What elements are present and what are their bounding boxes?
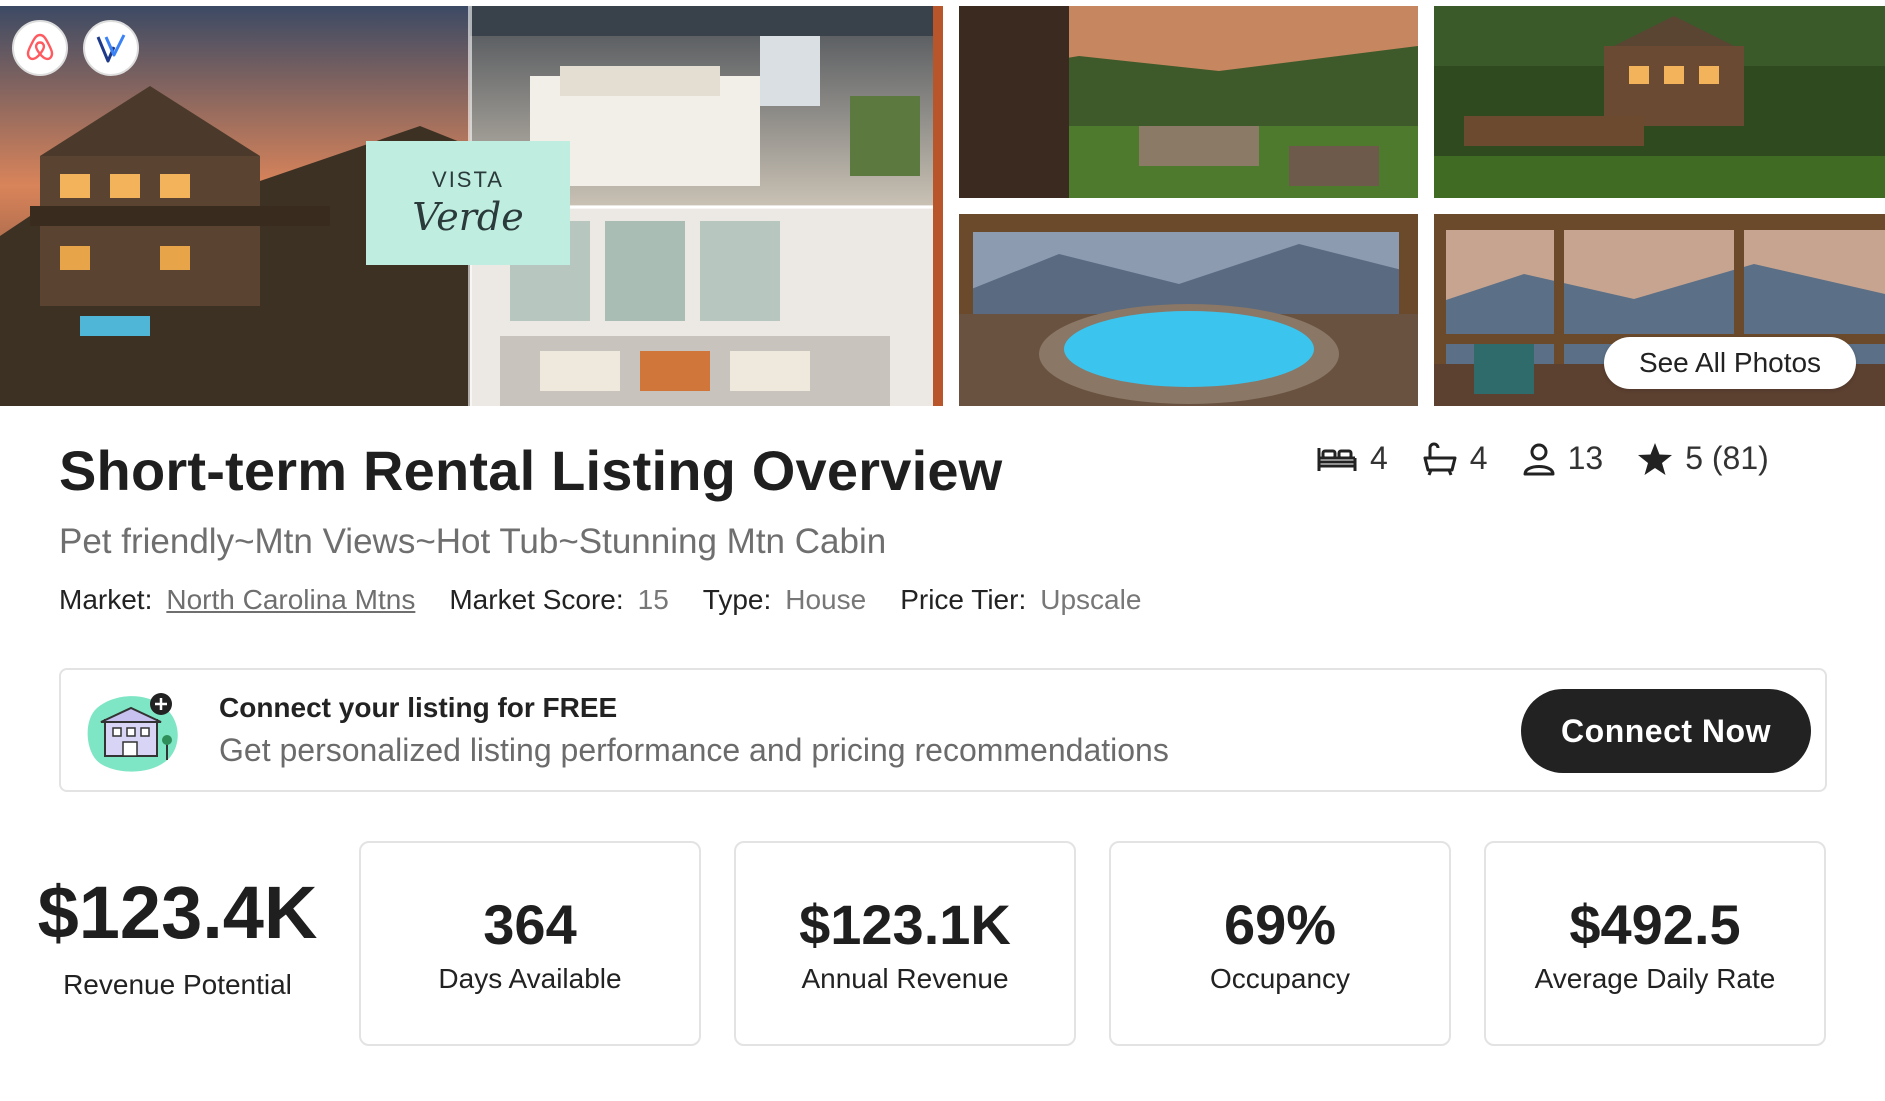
- type-value: House: [785, 584, 867, 615]
- brand-wordmark-top: VISTA: [432, 167, 504, 192]
- market-link[interactable]: North Carolina Mtns: [166, 584, 415, 616]
- metric-card-annual-revenue: $123.1K Annual Revenue: [734, 841, 1076, 1046]
- price-tier-label: Price Tier:: [900, 584, 1027, 615]
- vista-verde-brand-card: VISTA Verde: [366, 141, 570, 265]
- type-label: Type:: [702, 584, 772, 615]
- metric-card-occupancy: 69% Occupancy: [1109, 841, 1451, 1046]
- see-all-photos-button[interactable]: See All Photos: [1604, 337, 1856, 389]
- metric-value: $492.5: [1569, 893, 1741, 956]
- house-plus-icon: [83, 690, 187, 776]
- thumbnail-photo-hot-tub[interactable]: [959, 214, 1418, 406]
- brand-wordmark-script: Verde: [412, 195, 524, 239]
- connect-now-button[interactable]: Connect Now: [1521, 689, 1811, 773]
- connect-listing-banner: Connect your listing for FREE Get person…: [59, 668, 1827, 792]
- airbnb-logo-icon[interactable]: [12, 20, 68, 76]
- listing-meta-row: Market: North Carolina Mtns Market Score…: [59, 584, 1175, 616]
- metric-label: Average Daily Rate: [1534, 963, 1776, 994]
- market-score-value: 15: [637, 584, 669, 615]
- metric-label: Occupancy: [1209, 963, 1351, 994]
- star-icon: [1638, 442, 1673, 475]
- metric-card-average-daily-rate: $492.5 Average Daily Rate: [1484, 841, 1826, 1046]
- person-icon: [1523, 443, 1555, 475]
- revenue-potential: $123.4K Revenue Potential: [30, 870, 325, 1001]
- thumbnail-photo-backyard[interactable]: [959, 6, 1418, 198]
- guests-count: 13: [1567, 440, 1604, 476]
- guests-stat: 13: [1522, 440, 1604, 477]
- metric-label: Annual Revenue: [801, 963, 1009, 994]
- bathrooms-count: 4: [1469, 440, 1488, 476]
- photo-gallery: VISTA Verde See All Photos: [0, 0, 1885, 406]
- metric-value: 364: [483, 893, 577, 956]
- rating-stat: 5 (81): [1637, 440, 1769, 477]
- metric-value: $123.1K: [799, 893, 1011, 956]
- metric-label: Days Available: [438, 963, 622, 994]
- page-title: Short-term Rental Listing Overview: [59, 439, 1003, 502]
- bedrooms-stat: 4: [1316, 440, 1388, 477]
- metric-value: 69%: [1223, 893, 1337, 956]
- bathtub-icon: [1423, 442, 1457, 476]
- bathrooms-stat: 4: [1422, 440, 1488, 477]
- revenue-potential-value: $123.4K: [37, 871, 318, 954]
- market-label: Market:: [59, 584, 153, 615]
- rating-value: 5 (81): [1685, 440, 1769, 476]
- connect-description: Get personalized listing performance and…: [219, 732, 1169, 768]
- thumbnail-photo-cabin-aerial[interactable]: [1434, 6, 1885, 198]
- listing-stats: 4 4 13 5 (81): [1316, 440, 1769, 477]
- revenue-potential-label: Revenue Potential: [63, 969, 292, 1000]
- listing-subtitle: Pet friendly~Mtn Views~Hot Tub~Stunning …: [59, 522, 887, 561]
- price-tier-value: Upscale: [1040, 584, 1142, 615]
- bedrooms-count: 4: [1370, 440, 1388, 476]
- metric-card-days-available: 364 Days Available: [359, 841, 701, 1046]
- bed-icon: [1317, 447, 1357, 471]
- connect-title: Connect your listing for FREE: [219, 692, 618, 723]
- vrbo-logo-icon[interactable]: [83, 20, 139, 76]
- market-score-label: Market Score:: [449, 584, 624, 615]
